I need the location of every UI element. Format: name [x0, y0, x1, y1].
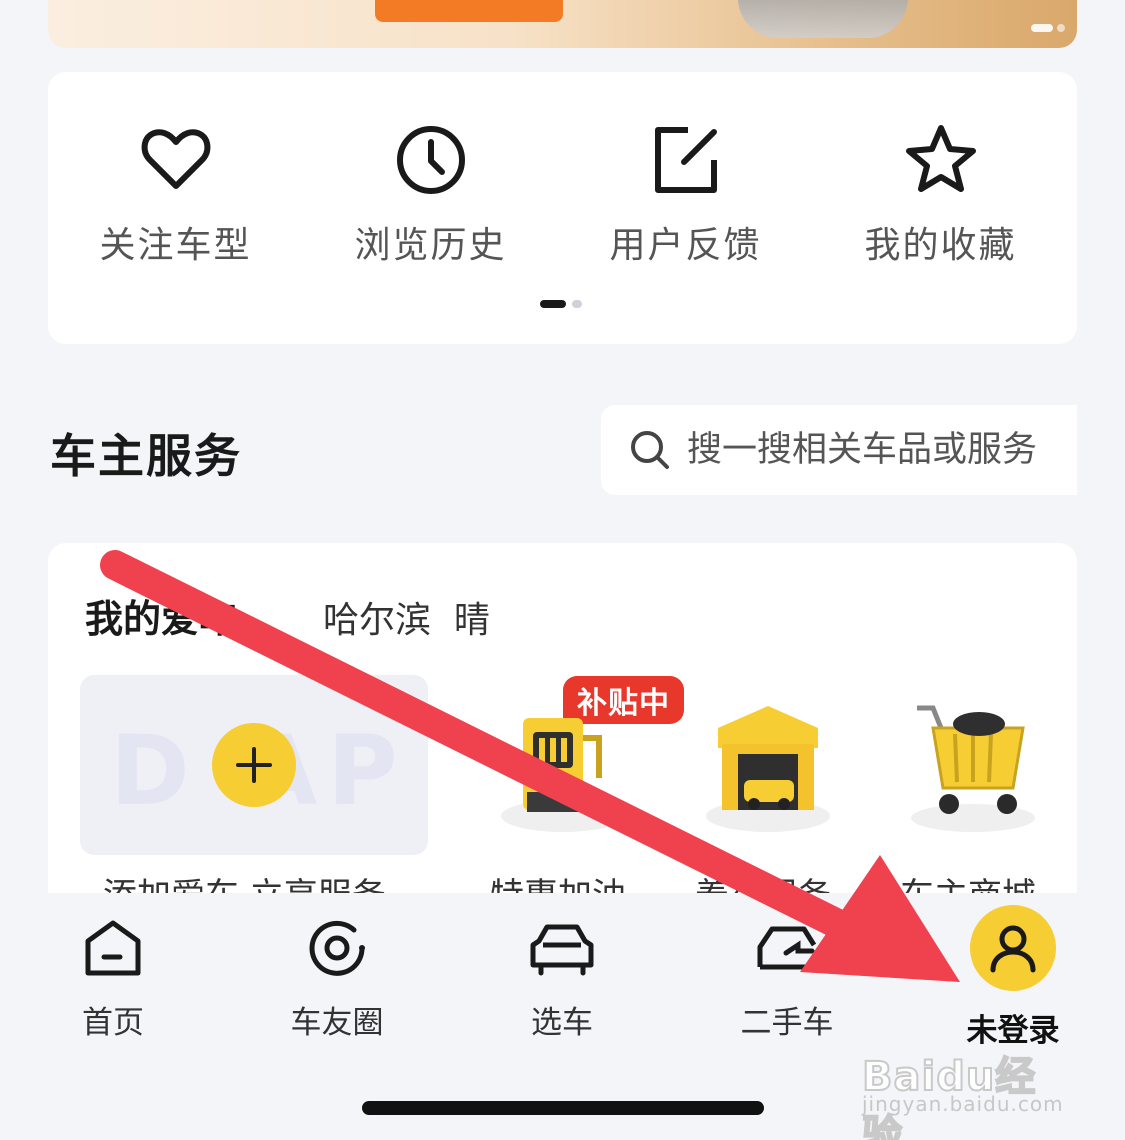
tool-label: 用户反馈 — [609, 225, 762, 266]
avatar[interactable] — [970, 905, 1056, 991]
tab-label: 车友圈 — [290, 1005, 384, 1041]
tools-pager — [540, 300, 582, 308]
tool-follow-models[interactable]: 关注车型 — [48, 122, 303, 268]
baidu-watermark: Baidu经验 jingyan.baidu.com — [861, 1030, 1064, 1140]
promo-banner[interactable] — [48, 0, 1077, 48]
banner-product-image — [738, 0, 908, 38]
my-car-card: 我的爱车 哈尔滨 晴 D AP 添加爱车 立享服务 补贴中 特惠加油 养车服 — [48, 543, 1077, 943]
star-icon — [905, 125, 976, 192]
edit-icon — [654, 127, 717, 193]
quick-tools-card: 关注车型 浏览历史 用户反馈 我的收藏 — [48, 72, 1077, 344]
user-icon — [990, 925, 1036, 973]
clock-icon — [396, 126, 465, 194]
banner-pager — [1031, 24, 1065, 32]
banner-pager-dot — [1057, 24, 1065, 32]
circle-icon — [309, 920, 365, 976]
add-car-tile[interactable]: D AP — [80, 675, 428, 855]
service-search-box[interactable] — [601, 405, 1077, 495]
used-car-icon — [757, 926, 817, 970]
owner-services-title: 车主服务 — [50, 429, 242, 483]
car-icon — [530, 924, 594, 976]
tool-browse-history[interactable]: 浏览历史 — [303, 122, 558, 268]
tab-home[interactable]: 首页 — [38, 913, 188, 1042]
plus-icon — [236, 747, 272, 783]
my-car-title: 我的爱车 — [85, 597, 238, 641]
city-label: 哈尔滨 — [323, 600, 432, 641]
tab-label: 二手车 — [740, 1005, 834, 1041]
add-car-button[interactable] — [212, 723, 296, 807]
search-input[interactable] — [687, 430, 1067, 470]
tool-label: 浏览历史 — [354, 225, 507, 266]
tool-my-favorites[interactable]: 我的收藏 — [813, 122, 1068, 268]
tool-label: 关注车型 — [99, 225, 252, 266]
home-indicator[interactable] — [362, 1101, 764, 1115]
watermark-url: jingyan.baidu.com — [862, 1092, 1064, 1116]
banner-pager-dot-active — [1031, 24, 1053, 32]
weather-label: 晴 — [453, 600, 490, 641]
tool-label: 我的收藏 — [864, 225, 1017, 266]
tool-user-feedback[interactable]: 用户反馈 — [558, 122, 813, 268]
location-weather[interactable]: 哈尔滨 晴 — [323, 591, 490, 643]
pager-dot-active — [540, 300, 566, 308]
tab-label: 选车 — [531, 1005, 593, 1041]
tab-label: 首页 — [82, 1005, 144, 1041]
shopping-cart-icon[interactable] — [903, 688, 1043, 838]
tab-car-community[interactable]: 车友圈 — [262, 913, 412, 1042]
heart-icon — [141, 129, 210, 189]
tab-choose-car[interactable]: 选车 — [487, 913, 637, 1042]
home-icon — [85, 920, 141, 976]
search-icon — [631, 431, 669, 469]
fuel-pump-icon[interactable] — [493, 688, 633, 838]
tab-used-car[interactable]: 二手车 — [712, 913, 862, 1042]
pager-dot — [572, 300, 582, 308]
banner-cta-button[interactable] — [375, 0, 563, 22]
garage-icon[interactable] — [698, 688, 838, 838]
